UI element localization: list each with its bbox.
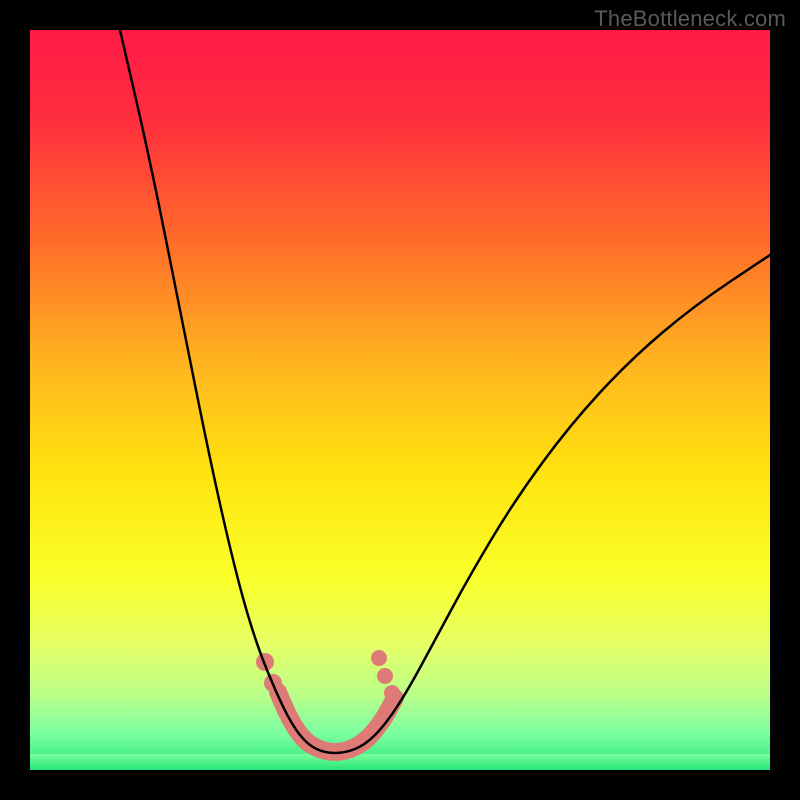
outer-frame: TheBottleneck.com [0, 0, 800, 800]
marker-dots-right [371, 650, 387, 666]
gradient-background [30, 30, 770, 770]
watermark-text: TheBottleneck.com [594, 6, 786, 31]
green-band [30, 754, 770, 770]
chart-area [30, 30, 770, 770]
watermark: TheBottleneck.com [594, 6, 786, 32]
marker-dots-right [377, 668, 393, 684]
marker-dots-right [384, 685, 400, 701]
chart-svg [30, 30, 770, 770]
